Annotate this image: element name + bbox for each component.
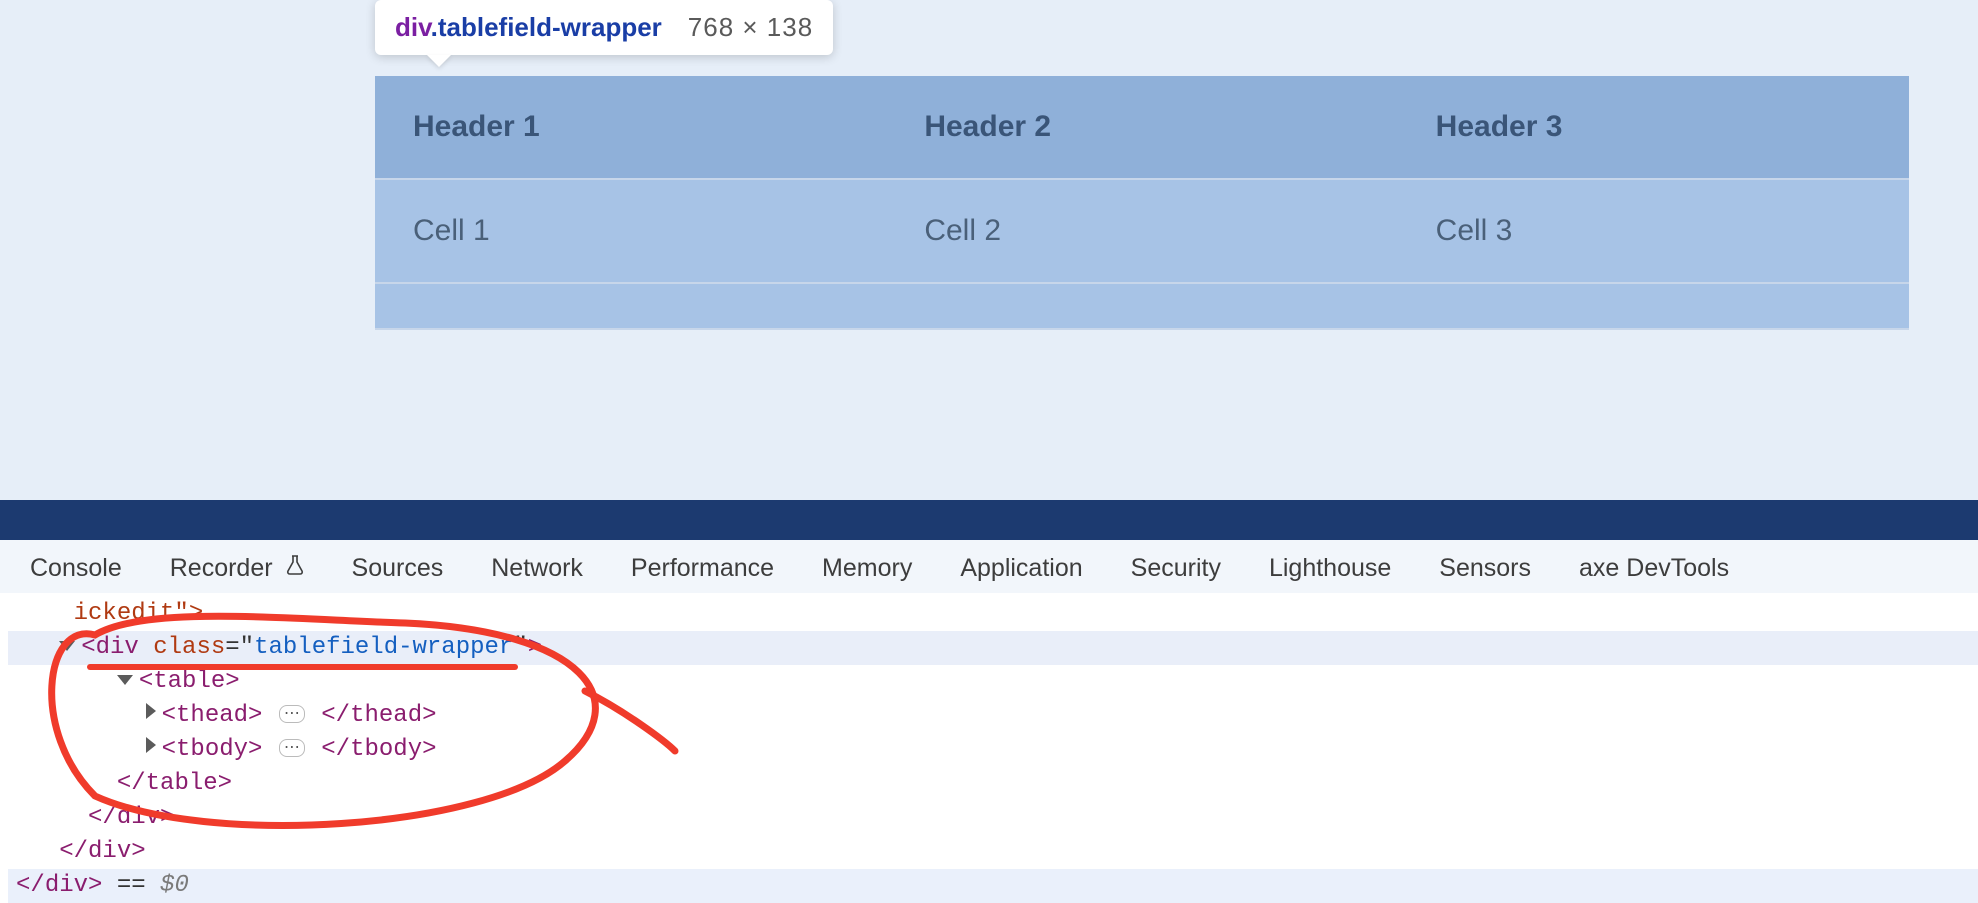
tooltip-dimensions: 768 × 138 [688,12,813,43]
nav-stripe [0,500,1978,540]
disclosure-triangle-icon[interactable] [117,675,133,685]
dom-node[interactable]: </table> [8,767,1978,801]
table-row [375,283,1909,329]
tab-axe[interactable]: axe DevTools [1579,554,1729,583]
table-header-row: Header 1 Header 2 Header 3 [375,76,1909,179]
inspector-tooltip: div.tablefield-wrapper 768 × 138 [375,0,833,55]
tooltip-selector: div.tablefield-wrapper [395,12,662,43]
dom-node[interactable]: <table> [8,665,1978,699]
table-cell [886,283,1397,329]
ellipsis-icon[interactable]: ⋯ [279,739,305,757]
disclosure-triangle-icon[interactable] [146,737,156,753]
highlighted-element[interactable]: Header 1 Header 2 Header 3 Cell 1 Cell 2… [375,76,1909,330]
tab-recorder-label: Recorder [170,554,273,582]
devtools-panel: Console Recorder Sources Network Perform… [0,540,1978,874]
table-header-cell: Header 1 [375,76,886,179]
dom-tree[interactable]: ickedit"> <div class="tablefield-wrapper… [0,593,1978,903]
tooltip-tag: div [395,12,431,42]
table-cell: Cell 1 [375,179,886,283]
tab-lighthouse[interactable]: Lighthouse [1269,554,1391,583]
preview-table: Header 1 Header 2 Header 3 Cell 1 Cell 2… [375,76,1909,330]
dom-node[interactable]: </div> [8,835,1978,869]
tab-performance[interactable]: Performance [631,554,774,583]
tab-memory[interactable]: Memory [822,554,912,583]
table-header-cell: Header 3 [1398,76,1909,179]
tab-recorder[interactable]: Recorder [170,554,304,583]
tab-security[interactable]: Security [1131,554,1221,583]
disclosure-triangle-icon[interactable] [59,641,75,651]
tooltip-class: .tablefield-wrapper [431,12,662,42]
tab-sources[interactable]: Sources [352,554,444,583]
dom-node[interactable]: <thead> ⋯ </thead> [8,699,1978,733]
dom-node[interactable]: </div> [8,801,1978,835]
disclosure-triangle-icon[interactable] [146,703,156,719]
table-cell: Cell 2 [886,179,1397,283]
flask-icon [286,555,304,581]
devtools-tabbar: Console Recorder Sources Network Perform… [0,540,1978,593]
table-cell: Cell 3 [1398,179,1909,283]
dom-node[interactable]: ickedit"> [8,597,1978,631]
dom-node-selected[interactable]: <div class="tablefield-wrapper"> [8,631,1978,665]
table-cell [1398,283,1909,329]
ellipsis-icon[interactable]: ⋯ [279,705,305,723]
dom-node[interactable]: </div> == $0 [8,869,1978,903]
page-preview-area: div.tablefield-wrapper 768 × 138 Header … [0,0,1978,500]
dom-node[interactable]: <tbody> ⋯ </tbody> [8,733,1978,767]
table-header-cell: Header 2 [886,76,1397,179]
tab-network[interactable]: Network [491,554,583,583]
table-cell [375,283,886,329]
table-row: Cell 1 Cell 2 Cell 3 [375,179,1909,283]
tooltip-tail [427,55,451,67]
tab-application[interactable]: Application [960,554,1082,583]
tab-console[interactable]: Console [30,554,122,583]
tab-sensors[interactable]: Sensors [1439,554,1531,583]
